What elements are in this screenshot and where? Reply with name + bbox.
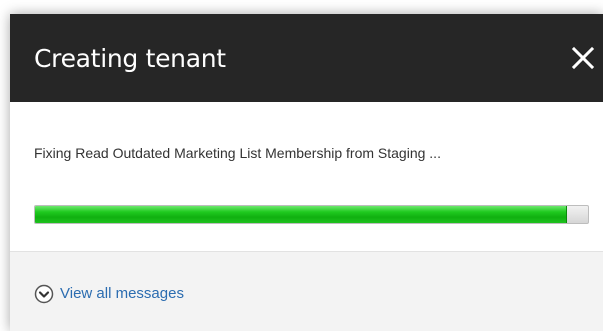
chevron-down-circle-icon <box>34 284 54 304</box>
progress-bar-fill <box>35 206 567 223</box>
close-button[interactable] <box>567 42 599 74</box>
creating-tenant-dialog: Creating tenant Fixing Read Outdated Mar… <box>10 14 603 331</box>
dialog-footer: View all messages <box>10 251 603 331</box>
progress-bar <box>34 205 589 224</box>
dialog-body: Fixing Read Outdated Marketing List Memb… <box>10 102 603 251</box>
view-all-messages-link[interactable]: View all messages <box>34 284 184 304</box>
view-all-messages-label: View all messages <box>60 285 184 302</box>
status-message: Fixing Read Outdated Marketing List Memb… <box>34 145 441 161</box>
dialog-title: Creating tenant <box>34 44 226 73</box>
dialog-title-bar: Creating tenant <box>10 14 603 102</box>
close-icon <box>571 46 595 70</box>
